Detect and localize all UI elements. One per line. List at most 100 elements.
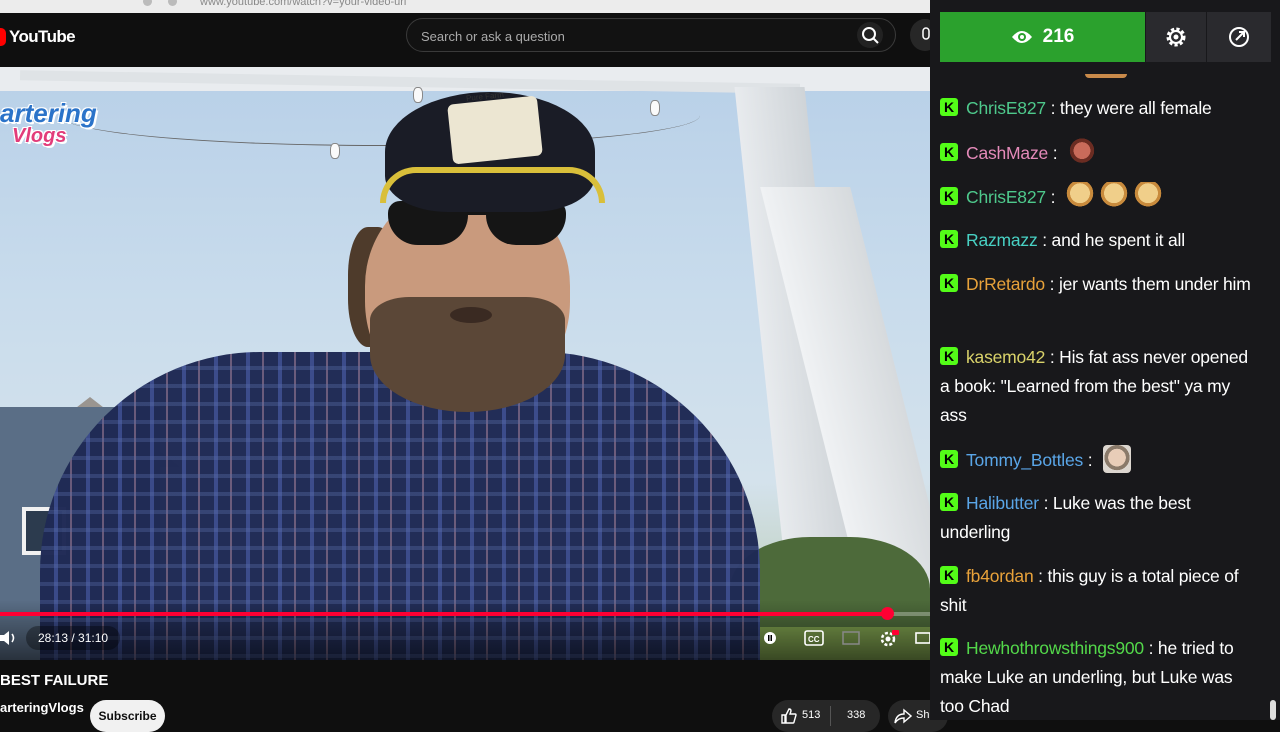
kick-badge-icon — [940, 637, 958, 657]
viewer-count: 216 — [1042, 26, 1075, 47]
chat-separator: : — [1045, 98, 1060, 118]
light-bulb — [413, 87, 423, 103]
chat-username[interactable]: Hewhothrowsthings900 — [966, 638, 1144, 658]
chat-separator: : — [1045, 347, 1060, 367]
chat-message: fb4ordan : this guy is a total piece of … — [940, 562, 1260, 620]
svg-text:CC: CC — [808, 635, 820, 644]
search-icon — [862, 27, 879, 44]
thumbs-up-icon[interactable] — [780, 707, 798, 725]
chat-message: ChrisE827 : — [940, 182, 1260, 212]
chat-username[interactable]: Halibutter — [966, 493, 1039, 513]
like-count: 513 — [802, 709, 821, 721]
like-dislike-group: 513 338 — [772, 700, 880, 732]
video-title: BEST FAILURE — [0, 672, 109, 689]
volume-icon — [0, 631, 15, 645]
chat-separator: : — [1038, 493, 1053, 513]
chat-emote-icon[interactable] — [1133, 182, 1162, 210]
search-input[interactable] — [419, 19, 843, 53]
chat-emote-icon[interactable] — [1103, 445, 1132, 473]
chat-username[interactable]: ChrisE827 — [966, 187, 1046, 207]
gear-icon — [880, 630, 899, 647]
settings-button[interactable] — [878, 628, 900, 648]
kick-badge-icon — [940, 97, 958, 117]
chat-emote-icon[interactable] — [1099, 182, 1128, 210]
chat-message: DrRetardo : jer wants them under him — [940, 270, 1260, 299]
string-lights — [60, 85, 700, 146]
chat-emote-icon[interactable] — [1068, 138, 1097, 166]
youtube-logo[interactable]: YouTube — [0, 27, 76, 47]
reload-icon[interactable] — [143, 0, 152, 6]
miniplayer-icon — [842, 631, 860, 645]
chat-scrollbar[interactable] — [1270, 700, 1276, 720]
chat-message: CashMaze : — [940, 138, 1260, 168]
autoplay-icon — [764, 632, 776, 644]
gear-icon — [1166, 27, 1186, 47]
captions-button[interactable]: CC — [803, 628, 825, 648]
chat-settings-button[interactable] — [1145, 12, 1206, 62]
youtube-play-icon — [0, 28, 6, 46]
chat-message: Halibutter : Luke was the best underling — [940, 489, 1260, 547]
chat-panel: 216 ChrisE827 : they were all female Cash… — [930, 0, 1280, 720]
controls-gradient — [0, 600, 930, 660]
chat-separator: : — [1048, 143, 1063, 163]
light-bulb — [330, 143, 340, 159]
kick-badge-icon — [940, 186, 958, 206]
youtube-wordmark: YouTube — [9, 27, 76, 46]
chat-message-text: and he spent it all — [1051, 230, 1186, 250]
chat-message: ChrisE827 : they were all female — [940, 94, 1260, 123]
cap-brim — [380, 167, 605, 203]
light-bulb — [650, 100, 660, 116]
chat-username[interactable]: Razmazz — [966, 230, 1038, 250]
like-divider — [830, 706, 831, 726]
kick-badge-icon — [940, 346, 958, 366]
chat-separator: : — [1044, 274, 1059, 294]
chat-message: Razmazz : and he spent it all — [940, 226, 1260, 255]
viewer-count-button[interactable]: 216 — [940, 12, 1145, 62]
dislike-count[interactable]: 338 — [847, 709, 865, 721]
progress-bar[interactable] — [0, 607, 930, 620]
address-bar[interactable]: www.youtube.com/watch?v=your-video-url — [200, 0, 406, 8]
theater-icon — [915, 632, 931, 644]
kick-badge-icon — [940, 142, 958, 162]
chat-separator: : — [1045, 187, 1060, 207]
chat-emote-icon[interactable] — [1065, 182, 1094, 210]
chat-separator: : — [1033, 566, 1048, 586]
cap-patch — [447, 95, 543, 165]
channel-name[interactable]: arteringVlogs — [0, 700, 84, 715]
subscribe-button[interactable]: Subscribe — [90, 700, 165, 732]
channel-watermark-line2: Vlogs — [12, 125, 67, 147]
chat-username[interactable]: ChrisE827 — [966, 98, 1046, 118]
search-box — [406, 18, 896, 53]
share-label: Sh — [916, 709, 930, 721]
channel-watermark: artering Vlogs — [0, 100, 97, 146]
kick-badge-icon — [940, 273, 958, 293]
autoplay-toggle[interactable] — [760, 628, 782, 648]
chat-message: Tommy_Bottles : — [940, 445, 1260, 475]
chat-popout-button[interactable] — [1206, 12, 1271, 62]
miniplayer-button[interactable] — [840, 628, 862, 648]
chat-separator: : — [1143, 638, 1158, 658]
chat-separator: : — [1037, 230, 1052, 250]
time-display: 28:13 / 31:10 — [26, 626, 121, 650]
chat-message: kasemo42 : His fat ass never opened a bo… — [940, 343, 1260, 430]
chat-message-text: they were all female — [1059, 98, 1212, 118]
volume-button[interactable] — [0, 628, 20, 648]
chat-username[interactable]: CashMaze — [966, 143, 1048, 163]
kick-badge-icon — [940, 565, 958, 585]
chat-username[interactable]: DrRetardo — [966, 274, 1045, 294]
site-info-icon[interactable] — [168, 0, 177, 6]
chat-topbar: 216 — [930, 0, 1280, 74]
video-player[interactable]: Pure Farm artering Vlogs — [0, 67, 930, 660]
chat-message: Hewhothrowsthings900 : he tried to make … — [940, 634, 1260, 720]
chat-username[interactable]: Tommy_Bottles — [966, 450, 1083, 470]
eye-icon — [1011, 31, 1032, 43]
chat-username[interactable]: fb4ordan — [966, 566, 1034, 586]
search-button[interactable] — [857, 22, 883, 48]
microphone-icon — [922, 27, 930, 40]
browser-toolbar: www.youtube.com/watch?v=your-video-url — [0, 0, 930, 13]
channel-watermark-line1: artering — [0, 98, 97, 128]
progress-fill — [0, 612, 888, 616]
chat-username[interactable]: kasemo42 — [966, 347, 1045, 367]
popout-icon — [1229, 27, 1249, 47]
kick-badge-icon — [940, 492, 958, 512]
